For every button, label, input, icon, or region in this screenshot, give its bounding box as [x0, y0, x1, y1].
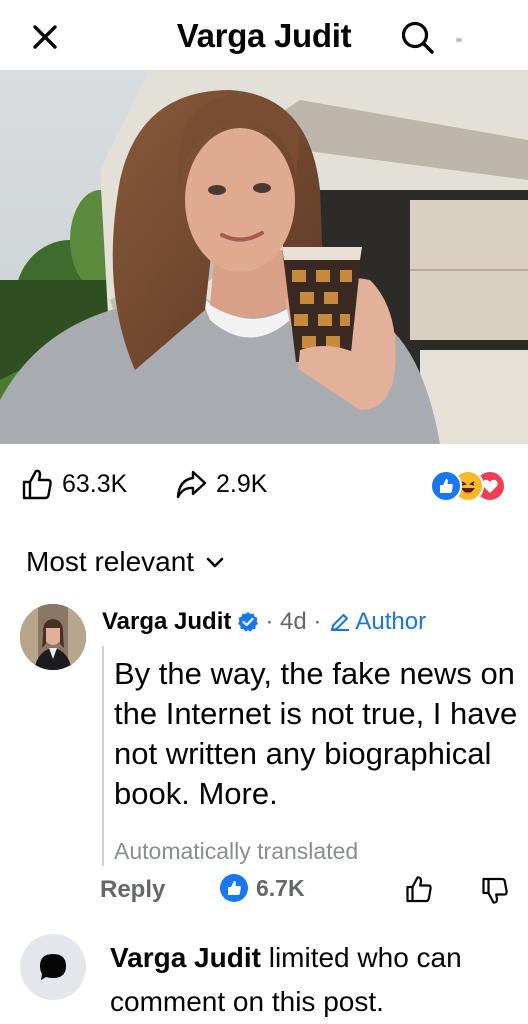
comment-actions: Reply 6.7K: [0, 868, 528, 912]
notice-author-name: Varga Judit: [110, 942, 261, 973]
comment-timestamp: · 4d ·: [265, 608, 322, 635]
translation-divider: [102, 646, 104, 866]
share-icon: [176, 470, 207, 499]
thumbs-down-icon: [482, 877, 508, 904]
search-icon[interactable]: [398, 18, 438, 58]
comment-limit-notice: Varga Judit limited who can comment on t…: [110, 936, 520, 1024]
reaction-summary[interactable]: [430, 470, 516, 502]
sort-label: Most relevant: [26, 546, 195, 577]
share-count-button[interactable]: 2.9K: [174, 466, 267, 502]
chevron-down-icon: [206, 557, 224, 568]
auto-translated-label[interactable]: Automatically translated: [114, 838, 358, 865]
like-reaction-icon: [220, 874, 248, 902]
thumbs-up-icon: [406, 876, 432, 903]
like-count: 63.3K: [62, 469, 128, 498]
comment-like-number: 6.7K: [256, 874, 305, 901]
downvote-button[interactable]: [480, 876, 510, 906]
thumbs-up-icon: [22, 469, 52, 500]
comment-like-count[interactable]: 6.7K: [220, 874, 305, 902]
verified-badge-icon: [238, 612, 259, 632]
reply-button[interactable]: Reply: [100, 876, 165, 904]
page-title: Varga Judit: [176, 17, 352, 54]
comment-sort-dropdown[interactable]: Most relevant: [26, 546, 226, 578]
author-badge-label: Author: [355, 608, 427, 635]
pencil-icon: [331, 614, 350, 631]
author-badge: Author: [329, 608, 426, 636]
share-count: 2.9K: [216, 469, 268, 498]
like-count-button[interactable]: 63.3K: [20, 466, 127, 502]
comment-text[interactable]: By the way, the fake news on the Interne…: [114, 654, 519, 814]
like-reaction-icon: [430, 470, 462, 502]
avatar[interactable]: [20, 604, 86, 670]
post-photo[interactable]: [0, 70, 528, 444]
upvote-button[interactable]: [404, 874, 434, 904]
top-bar: Varga Judit: [0, 0, 528, 70]
post-stats-bar: 63.3K 2.9K: [0, 444, 528, 524]
comment-header: Varga Judit · 4d · Author: [102, 608, 426, 636]
comment-bubble-icon: [20, 934, 86, 1000]
comment-author-name[interactable]: Varga Judit: [102, 608, 231, 636]
dot-icon: [456, 38, 462, 42]
